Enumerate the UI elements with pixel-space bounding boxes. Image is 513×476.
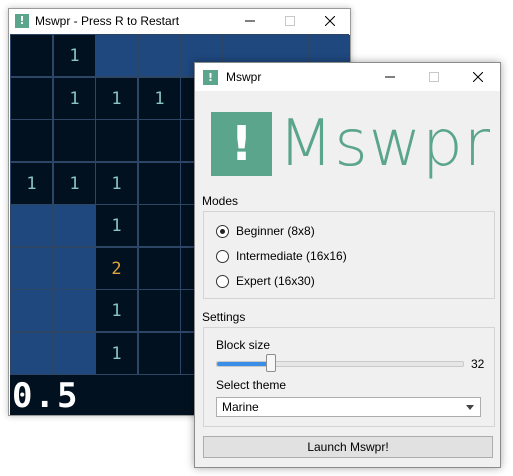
hidden-cell[interactable] <box>54 290 95 331</box>
revealed-cell[interactable]: 1 <box>54 35 95 76</box>
revealed-cell[interactable] <box>139 290 180 331</box>
cell-number: 2 <box>111 258 122 279</box>
chevron-down-icon <box>466 405 474 410</box>
settings-label: Settings <box>202 310 246 324</box>
cell-number: 1 <box>111 215 122 236</box>
revealed-cell[interactable] <box>11 35 52 76</box>
maximize-icon <box>285 16 295 26</box>
cell-number: 1 <box>69 173 80 194</box>
maximize-button[interactable] <box>270 9 310 33</box>
game-window-controls <box>230 9 350 33</box>
revealed-cell[interactable]: 1 <box>96 205 137 246</box>
revealed-cell[interactable]: 1 <box>11 163 52 204</box>
radio-button[interactable] <box>216 224 229 238</box>
revealed-cell[interactable]: 1 <box>96 290 137 331</box>
mode-label: Beginner (8x8) <box>236 224 315 238</box>
revealed-cell[interactable]: 1 <box>54 78 95 119</box>
revealed-cell[interactable] <box>139 248 180 289</box>
settings-group: Block size 32 Select theme Marine <box>203 327 495 427</box>
cell-number: 1 <box>111 343 122 364</box>
maximize-button[interactable] <box>412 63 456 91</box>
close-icon <box>473 72 483 82</box>
launcher-window-controls <box>368 63 500 87</box>
launcher-titlebar[interactable]: ! Mswpr <box>195 63 500 91</box>
logo-mark-icon: ! <box>211 112 273 176</box>
block-size-value: 32 <box>471 357 485 371</box>
radio-button[interactable] <box>216 249 229 263</box>
hidden-cell[interactable] <box>54 205 95 246</box>
hidden-cell[interactable] <box>11 205 52 246</box>
mode-option-beginner[interactable]: Beginner (8x8) <box>216 224 315 238</box>
hidden-cell[interactable] <box>11 290 52 331</box>
cell-number: 1 <box>154 88 165 109</box>
select-theme-label: Select theme <box>216 378 287 392</box>
logo-text: Mswpr <box>278 107 491 181</box>
revealed-cell[interactable]: 1 <box>54 163 95 204</box>
modes-group: Beginner (8x8) Intermediate (16x16) Expe… <box>203 211 495 299</box>
hidden-cell[interactable] <box>54 333 95 374</box>
minimize-button[interactable] <box>230 9 270 33</box>
hidden-cell[interactable] <box>54 248 95 289</box>
revealed-cell[interactable]: 1 <box>96 333 137 374</box>
game-window-title: Mswpr - Press R to Restart <box>35 14 180 28</box>
revealed-cell[interactable]: 1 <box>96 163 137 204</box>
close-button[interactable] <box>456 63 500 91</box>
slider-handle[interactable] <box>266 354 276 372</box>
minimize-button[interactable] <box>368 63 412 91</box>
maximize-icon <box>429 72 439 82</box>
theme-select[interactable]: Marine <box>216 397 481 417</box>
hidden-cell[interactable] <box>11 333 52 374</box>
time-readout: 0.5 <box>12 376 80 416</box>
mode-label: Intermediate (16x16) <box>236 249 347 263</box>
launch-button[interactable]: Launch Mswpr! <box>203 436 493 458</box>
hidden-cell[interactable] <box>139 35 180 76</box>
close-icon <box>325 16 335 26</box>
revealed-cell[interactable]: 1 <box>139 78 180 119</box>
revealed-cell[interactable] <box>139 163 180 204</box>
launcher-window: ! Mswpr ! Mswpr Modes Beginner (8x8) Int… <box>194 62 501 468</box>
app-logo: ! Mswpr <box>211 109 491 179</box>
revealed-cell[interactable]: 2 <box>96 248 137 289</box>
cell-number: 1 <box>111 88 122 109</box>
close-button[interactable] <box>310 9 350 33</box>
revealed-cell[interactable] <box>139 205 180 246</box>
cell-number: 1 <box>26 173 37 194</box>
block-size-label: Block size <box>216 338 271 352</box>
revealed-cell[interactable] <box>139 120 180 161</box>
slider-fill <box>217 362 271 366</box>
cell-number: 1 <box>111 173 122 194</box>
minimize-icon <box>245 20 255 22</box>
revealed-cell[interactable] <box>11 78 52 119</box>
hidden-cell[interactable] <box>96 35 137 76</box>
revealed-cell[interactable] <box>11 120 52 161</box>
modes-label: Modes <box>202 194 239 208</box>
launcher-window-title: Mswpr <box>226 70 262 84</box>
mode-option-expert[interactable]: Expert (16x30) <box>216 274 315 288</box>
cell-number: 1 <box>69 45 80 66</box>
theme-select-value: Marine <box>222 400 259 414</box>
block-size-slider[interactable] <box>216 354 464 372</box>
hidden-cell[interactable] <box>11 248 52 289</box>
exclamation-icon: ! <box>15 14 29 28</box>
mode-label: Expert (16x30) <box>236 274 315 288</box>
game-titlebar[interactable]: ! Mswpr - Press R to Restart <box>9 9 350 33</box>
mode-option-intermediate[interactable]: Intermediate (16x16) <box>216 249 347 263</box>
cell-number: 1 <box>69 88 80 109</box>
minimize-icon <box>385 76 395 78</box>
revealed-cell[interactable] <box>54 120 95 161</box>
radio-button[interactable] <box>216 274 229 288</box>
cell-number: 1 <box>111 300 122 321</box>
revealed-cell[interactable]: 1 <box>96 78 137 119</box>
revealed-cell[interactable] <box>96 120 137 161</box>
revealed-cell[interactable] <box>139 333 180 374</box>
exclamation-icon: ! <box>203 69 218 85</box>
